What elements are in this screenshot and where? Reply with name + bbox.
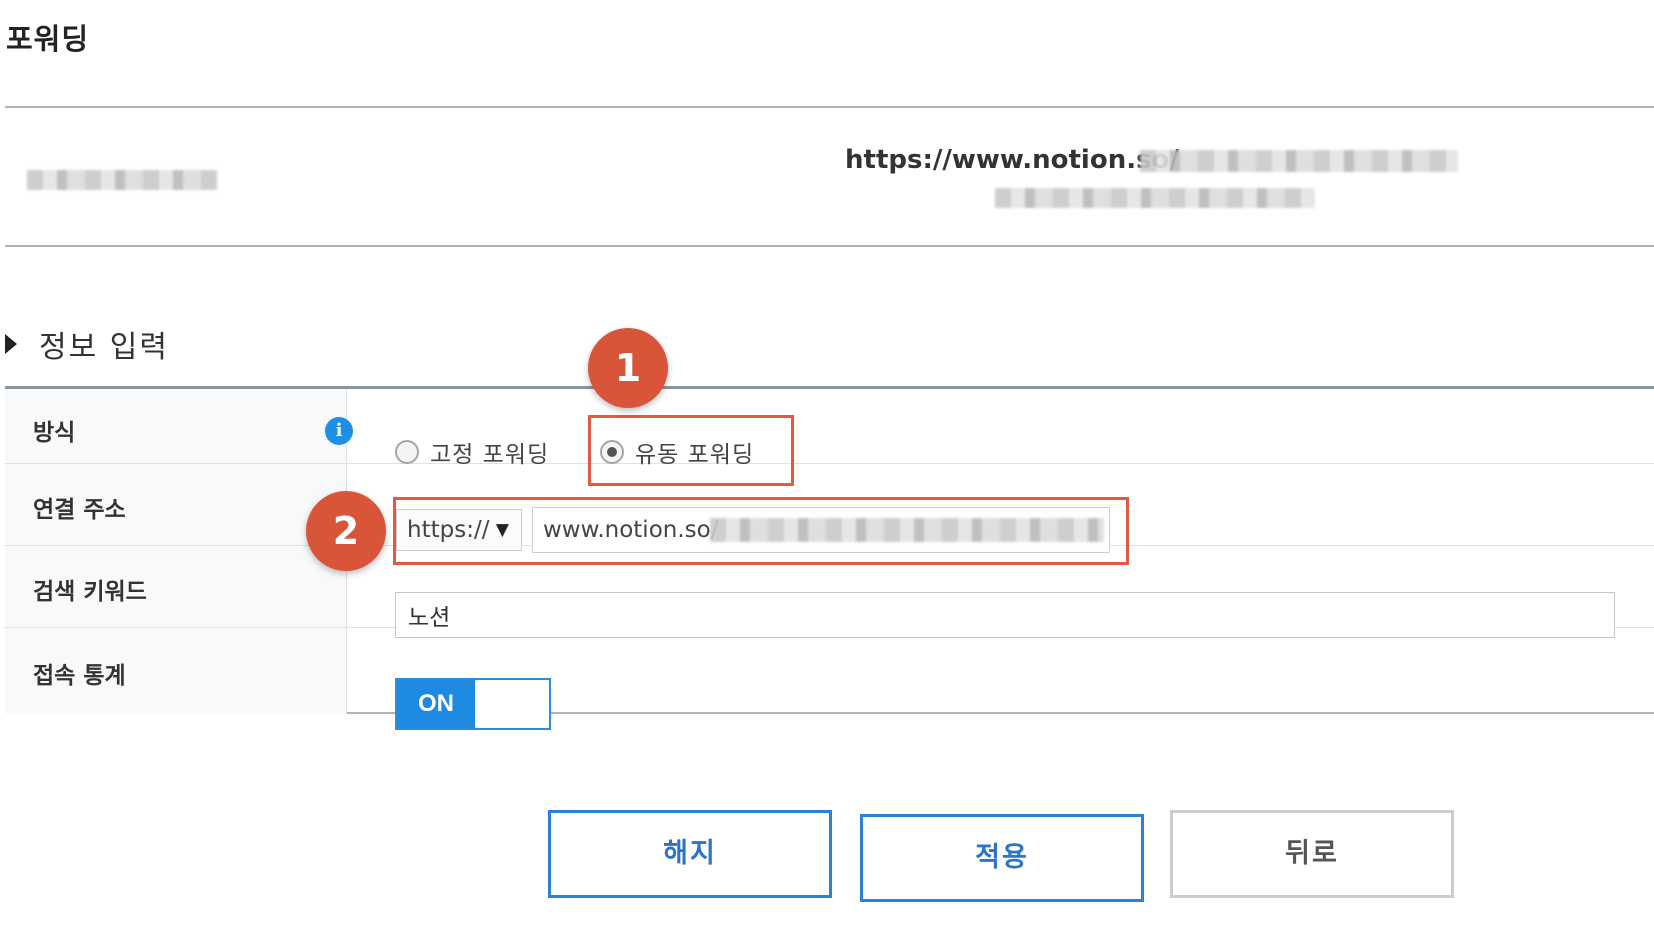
apply-button[interactable]: 적용 [860,814,1144,902]
annotation-badge-1: 1 [588,328,668,408]
stats-label-cell: 접속 통계 [5,628,347,714]
highlight-box-2 [393,497,1129,565]
summary-divider [5,245,1654,247]
keyword-label: 검색 키워드 [33,579,147,605]
site-name-redacted [27,170,217,190]
stats-row: 접속 통계 [5,628,1654,714]
page-title: 포워딩 [6,22,90,56]
keyword-label-cell: 검색 키워드 [5,546,347,627]
radio-fixed-circle[interactable] [395,440,419,464]
radio-fixed-label: 고정 포워딩 [430,442,550,468]
back-button[interactable]: 뒤로 [1170,810,1454,898]
link-address-label: 연결 주소 [33,497,126,523]
radio-fixed-forwarding[interactable]: 고정 포워딩 [395,435,549,469]
cancel-button[interactable]: 해지 [548,810,832,898]
method-label-cell: 방식 i [5,389,353,463]
toggle-on-label: ON [397,680,475,728]
forwarding-url: https://www.notion.so/ [845,145,1179,175]
info-icon[interactable]: i [325,417,353,445]
method-row: 방식 i [5,389,1654,464]
forwarding-url-redacted-line2 [995,188,1315,208]
forwarding-url-redacted [1140,150,1458,172]
section-title: 정보 입력 [39,330,169,365]
header-divider [5,106,1654,108]
keyword-input[interactable]: 노션 [395,592,1615,638]
annotation-badge-2: 2 [306,491,386,571]
method-label: 방식 [33,420,76,446]
keyword-value: 노션 [408,605,451,631]
link-address-label-cell: 연결 주소 [5,464,347,545]
triangle-bullet-icon [5,334,17,354]
stats-label: 접속 통계 [33,663,126,689]
highlight-box-1 [588,415,794,486]
stats-toggle[interactable]: ON [395,678,551,730]
section-header: 정보 입력 [5,324,169,365]
